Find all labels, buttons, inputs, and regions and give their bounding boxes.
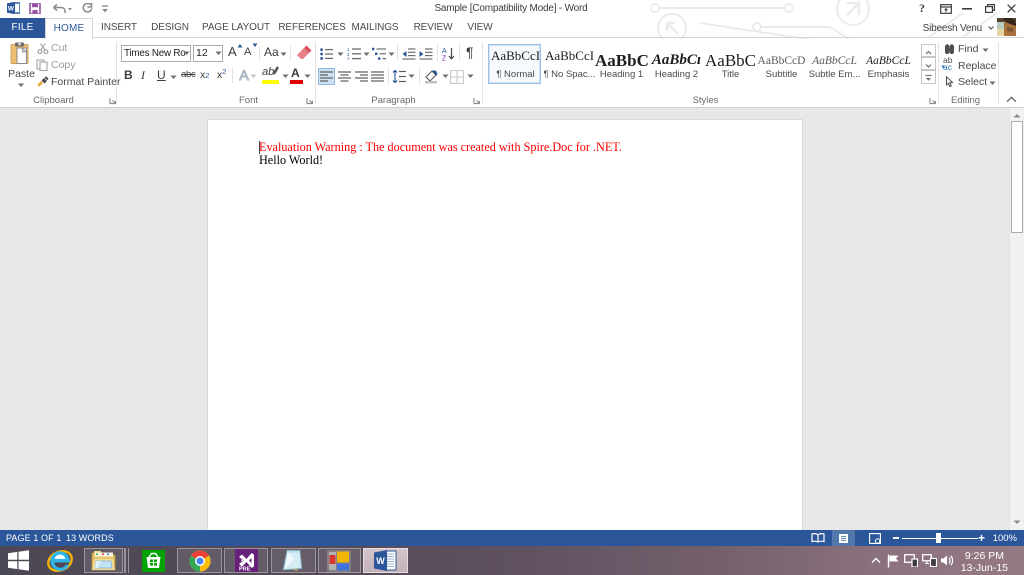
svg-text:Z: Z <box>442 56 447 62</box>
svg-text:A: A <box>442 48 447 55</box>
svg-text:PRE: PRE <box>239 567 251 573</box>
svg-text:A: A <box>239 67 249 82</box>
svg-text:W: W <box>8 6 15 13</box>
svg-text:W: W <box>376 556 385 566</box>
svg-text:3: 3 <box>347 57 350 61</box>
